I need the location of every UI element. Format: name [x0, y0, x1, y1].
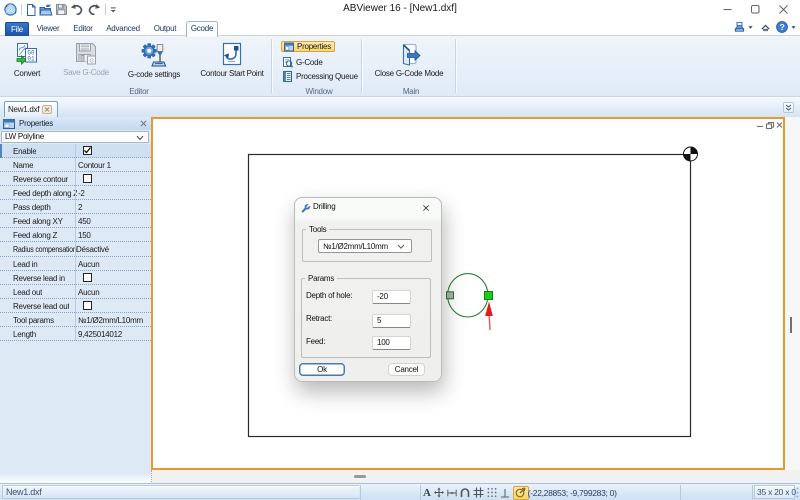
svg-text:?: ?: [779, 22, 784, 32]
svg-text:01: 01: [27, 56, 35, 63]
svg-text:G: G: [89, 59, 93, 65]
